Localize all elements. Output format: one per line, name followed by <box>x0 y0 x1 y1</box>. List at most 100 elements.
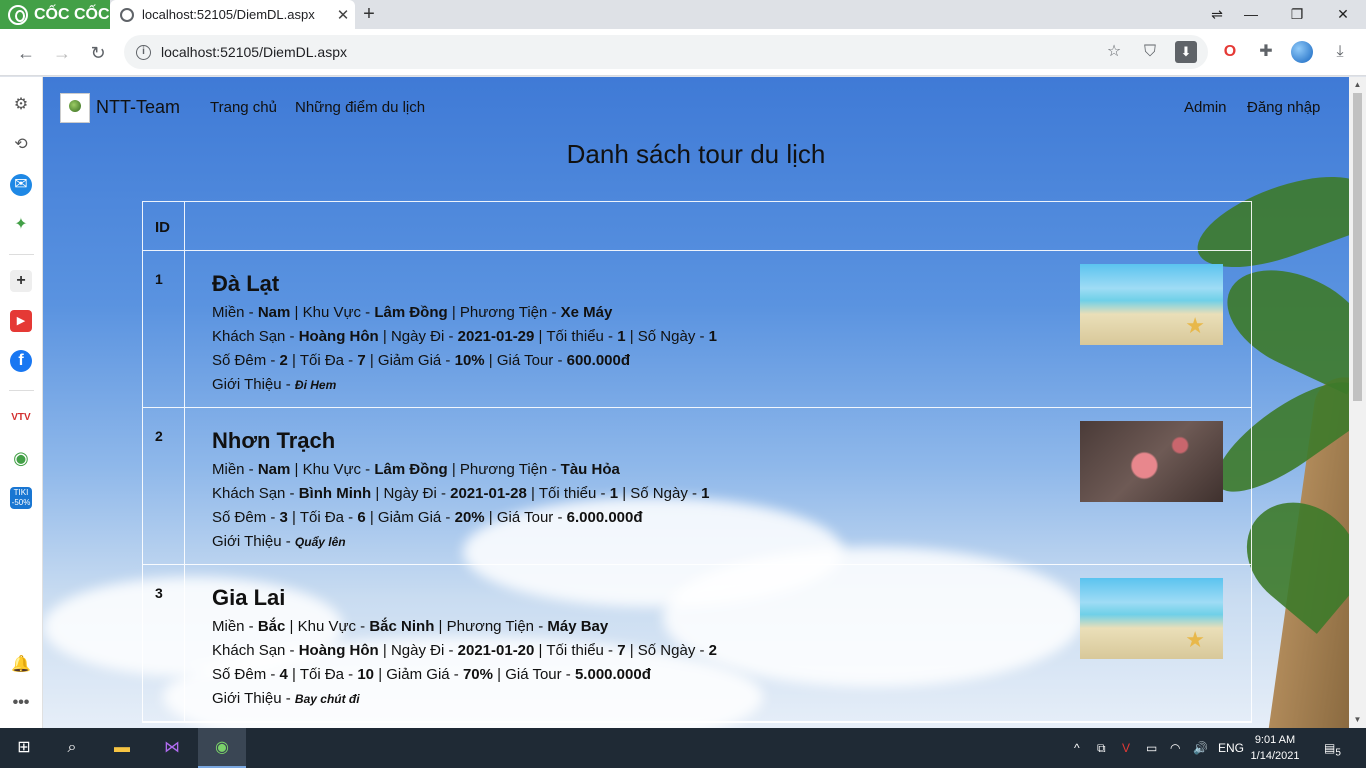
field-label-khu-vuc: Khu Vực - <box>302 461 375 478</box>
field-label-khu-vuc: Khu Vực - <box>297 618 370 635</box>
minimize-button[interactable]: — <box>1228 0 1274 29</box>
windows-start-icon[interactable]: ⊞ <box>0 728 48 768</box>
scrollbar-thumb[interactable] <box>1353 93 1362 401</box>
forward-button[interactable]: → <box>48 39 76 67</box>
extensions-icon[interactable]: ✚ <box>1255 41 1277 63</box>
download-ext-icon[interactable]: ⬇ <box>1175 41 1197 63</box>
tiki-icon[interactable]: TIKI -50% <box>10 487 32 509</box>
coccoc-menu-button[interactable]: CỐC CỐC <box>0 0 110 29</box>
field-value-khu-vuc: Lâm Đồng <box>374 304 448 321</box>
field-value-gioi-thieu: Bay chút đi <box>294 692 360 706</box>
facebook-icon[interactable]: f <box>10 350 32 372</box>
opera-ext-icon[interactable]: O <box>1219 41 1241 63</box>
field-label-khach-san: Khách Sạn - <box>212 485 299 502</box>
browser-tab[interactable]: localhost:52105/DiemDL.aspx ✕ <box>110 0 355 29</box>
tour-name[interactable]: Gia Lai <box>212 585 1062 611</box>
tour-thumbnail-image[interactable] <box>1080 578 1223 659</box>
field-value-so-dem: 4 <box>279 666 288 683</box>
field-value-toi-thieu: 7 <box>617 642 626 659</box>
more-options-icon[interactable]: ••• <box>10 692 32 714</box>
table-row: 2 Nhơn Trạch Miền - Nam | Khu Vực - Lâm Đồ… <box>143 408 1251 565</box>
settings-gear-icon[interactable]: ⚙ <box>10 94 32 116</box>
close-tab-icon[interactable]: ✕ <box>331 6 355 24</box>
tour-info-line: Khách Sạn - Hoàng Hôn | Ngày Đi - 2021-0… <box>212 639 1062 663</box>
field-value-ngay-di: 2021-01-29 <box>457 328 535 345</box>
battery-icon[interactable]: ▭ <box>1146 728 1157 768</box>
field-label-mien: Miền - <box>212 461 258 478</box>
add-sidebar-app-icon[interactable]: + <box>10 270 32 292</box>
tour-thumbnail-image[interactable] <box>1080 421 1223 502</box>
tour-name[interactable]: Đà Lạt <box>212 271 1062 297</box>
show-hidden-icons-icon[interactable]: ^ <box>1074 728 1080 768</box>
field-separator: | <box>378 328 391 345</box>
profile-avatar-icon[interactable] <box>1291 41 1313 63</box>
field-label-mien: Miền - <box>212 304 258 321</box>
bookmark-star-icon[interactable]: ☆ <box>1103 41 1125 63</box>
scroll-down-arrow-icon[interactable]: ▼ <box>1349 712 1366 728</box>
system-clock[interactable]: 9:01 AM 1/14/2021 <box>1240 732 1310 764</box>
field-value-toi-da: 6 <box>357 509 366 526</box>
tour-info-line: Số Đêm - 2 | Tối Đa - 7 | Giảm Giá - 10%… <box>212 349 1062 373</box>
site-info-icon[interactable]: i <box>136 44 151 60</box>
field-label-giam-gia: Giảm Giá - <box>377 352 455 369</box>
field-label-ngay-di: Ngày Đi - <box>390 328 458 345</box>
table-row: 1 Đà Lạt Miền - Nam | Khu Vực - Lâm Đồng |… <box>143 251 1251 408</box>
nav-link-login[interactable]: Đăng nhập <box>1247 99 1320 116</box>
search-icon[interactable]: ⌕ <box>48 728 96 768</box>
close-window-button[interactable]: ✕ <box>1320 0 1366 29</box>
field-separator: | <box>374 666 387 683</box>
visual-studio-icon[interactable]: ⋈ <box>148 728 196 768</box>
tour-details: Nhơn Trạch Miền - Nam | Khu Vực - Lâm Đồn… <box>212 428 1062 554</box>
field-label-giam-gia: Giảm Giá - <box>386 666 463 683</box>
tour-details: Đà Lạt Miền - Nam | Khu Vực - Lâm Đồng | … <box>212 271 1062 397</box>
back-button[interactable]: ← <box>12 39 40 67</box>
new-tab-button[interactable]: + <box>358 3 380 25</box>
vtv-go-icon[interactable]: VTV <box>10 407 32 429</box>
tour-info-line: Miền - Nam | Khu Vực - Lâm Đồng | Phương… <box>212 458 1062 482</box>
gamepad-icon[interactable]: ✦ <box>10 214 32 236</box>
coccoc-logo-icon <box>8 4 28 25</box>
field-value-phuong-tien: Máy Bay <box>547 618 609 635</box>
history-icon[interactable]: ⟲ <box>10 134 32 156</box>
youtube-icon[interactable]: ▶ <box>10 310 32 332</box>
maximize-button[interactable]: ❐ <box>1274 0 1320 29</box>
nav-link-destinations[interactable]: Những điểm du lịch <box>295 99 425 116</box>
wifi-icon[interactable]: ◠ <box>1170 728 1180 768</box>
action-center-icon[interactable]: ▤5 <box>1324 728 1341 768</box>
field-label-so-ngay: Số Ngày - <box>637 328 709 345</box>
antivirus-icon[interactable]: V <box>1122 728 1130 768</box>
tour-thumbnail-image[interactable] <box>1080 264 1223 345</box>
volume-icon[interactable]: 🔊 <box>1193 728 1208 768</box>
tour-name[interactable]: Nhơn Trạch <box>212 428 1062 454</box>
field-value-so-dem: 3 <box>279 509 288 526</box>
messenger-icon[interactable]: ✉ <box>10 174 32 196</box>
site-brand[interactable]: NTT-Team <box>96 97 180 118</box>
field-value-so-ngay: 1 <box>708 328 718 345</box>
file-explorer-icon[interactable]: ▬ <box>98 728 146 768</box>
address-bar[interactable]: i localhost:52105/DiemDL.aspx <box>124 35 1208 69</box>
tour-id: 3 <box>143 565 185 721</box>
network-app-icon[interactable]: ⧉ <box>1097 728 1106 768</box>
field-value-mien: Nam <box>257 304 291 321</box>
coccoc-green-icon[interactable]: ◉ <box>10 447 32 469</box>
nav-link-home[interactable]: Trang chủ <box>210 99 277 116</box>
scroll-up-arrow-icon[interactable]: ▲ <box>1349 77 1366 93</box>
nav-link-admin[interactable]: Admin <box>1184 99 1227 116</box>
shield-icon[interactable]: ⛉ <box>1139 41 1161 63</box>
coccoc-taskbar-icon[interactable]: ◉ <box>198 728 246 768</box>
field-separator: | <box>287 666 300 683</box>
site-logo[interactable] <box>60 93 90 123</box>
field-label-mien: Miền - <box>212 618 258 635</box>
field-value-gioi-thieu: Quẩy lên <box>294 535 346 549</box>
field-label-toi-da: Tối Đa - <box>299 666 358 683</box>
downloads-icon[interactable]: ⤓ <box>1329 41 1351 63</box>
reload-button[interactable]: ↻ <box>84 39 112 67</box>
clock-time: 9:01 AM <box>1254 734 1296 746</box>
tour-info-line: Giới Thiệu - Quẩy lên <box>212 530 1062 554</box>
field-value-ngay-di: 2021-01-28 <box>450 485 527 502</box>
field-value-giam-gia: 10% <box>454 352 485 369</box>
tab-title: localhost:52105/DiemDL.aspx <box>142 7 315 22</box>
notification-bell-icon[interactable]: 🔔 <box>10 654 32 676</box>
page-scrollbar[interactable]: ▲ ▼ <box>1349 77 1366 728</box>
tour-info-line: Giới Thiệu - Bay chút đi <box>212 687 1062 711</box>
